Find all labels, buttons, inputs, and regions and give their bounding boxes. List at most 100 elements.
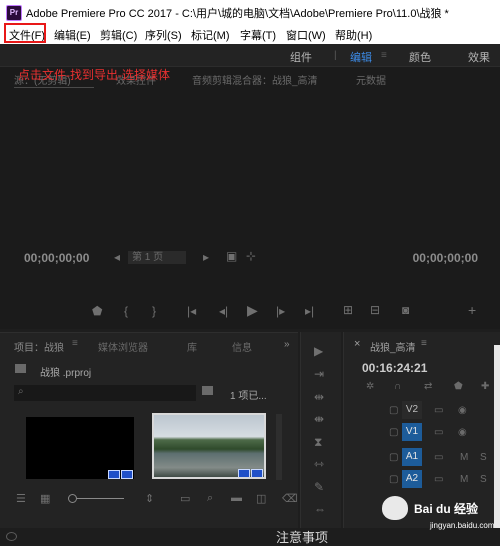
- zoom-right-icon[interactable]: ▸: [203, 250, 209, 264]
- status-indicator-icon: [6, 532, 17, 541]
- workspace-menu-icon[interactable]: ≡: [381, 50, 387, 61]
- workspace-separator: |: [334, 50, 337, 61]
- tab-media-browser[interactable]: 媒体浏览器: [98, 339, 148, 354]
- sync-icon[interactable]: ▭: [434, 474, 443, 485]
- project-tab-menu-icon[interactable]: ≡: [72, 338, 78, 349]
- mark-out-icon[interactable]: }: [152, 304, 156, 318]
- mute-button[interactable]: M: [460, 452, 468, 463]
- clip-thumbnail-black[interactable]: [26, 417, 134, 479]
- go-to-out-icon[interactable]: ▸|: [305, 304, 314, 318]
- tab-audio-mixer[interactable]: 音频剪辑混合器：战狼_高清: [192, 72, 318, 87]
- source-monitor: [0, 67, 500, 329]
- workspace-editing[interactable]: 编辑: [350, 49, 372, 65]
- menu-sequence[interactable]: 序列(S): [145, 27, 182, 43]
- menu-title[interactable]: 字幕(T): [240, 27, 276, 43]
- workspace-assembly[interactable]: 组件: [290, 49, 312, 65]
- sync-icon[interactable]: ▭: [434, 427, 443, 438]
- trash-icon[interactable]: ⌫: [282, 492, 298, 505]
- workspace-effects[interactable]: 效果: [468, 49, 490, 65]
- mark-in-icon[interactable]: {: [124, 304, 128, 318]
- workspace-color[interactable]: 颜色: [409, 49, 431, 65]
- lock-icon[interactable]: ▢: [389, 452, 398, 463]
- settings-icon[interactable]: ▣: [226, 249, 237, 263]
- timeline-title[interactable]: 战狼_高清: [370, 339, 416, 354]
- eye-icon[interactable]: ◉: [458, 405, 467, 416]
- nest-icon[interactable]: ✲: [366, 381, 374, 392]
- go-to-in-icon[interactable]: |◂: [187, 304, 196, 318]
- timeline-close-icon[interactable]: ×: [354, 338, 360, 350]
- linked-selection-icon[interactable]: ⇄: [424, 381, 432, 392]
- menu-help[interactable]: 帮助(H): [335, 27, 372, 43]
- source-timecode-left[interactable]: 00;00;00;00: [24, 251, 89, 265]
- track-a1[interactable]: A1: [402, 448, 422, 466]
- icon-view-icon[interactable]: ▦: [40, 492, 50, 505]
- hand-tool-icon[interactable]: ⇔: [314, 502, 326, 516]
- premiere-logo-icon: Pr: [6, 5, 22, 21]
- menu-window[interactable]: 窗口(W): [286, 27, 326, 43]
- find-icon[interactable]: ⌕: [207, 492, 213, 505]
- marker-icon[interactable]: ⬟: [454, 381, 463, 392]
- pen-tool-icon[interactable]: ✎: [314, 480, 324, 494]
- new-bin-bottom-icon[interactable]: ▬: [231, 492, 242, 504]
- razor-tool-icon[interactable]: ⧗: [314, 435, 322, 450]
- lock-icon[interactable]: ▢: [389, 405, 398, 416]
- menu-marker[interactable]: 标记(M): [191, 27, 230, 43]
- watermark-brand: Bai du 经验: [414, 502, 479, 516]
- overwrite-icon[interactable]: ⊟: [370, 303, 380, 317]
- add-marker-icon[interactable]: ⬟: [92, 304, 102, 318]
- track-v1[interactable]: V1: [402, 423, 422, 441]
- fit-select[interactable]: 第 1 页: [128, 251, 186, 264]
- project-file-name: 战狼 .prproj: [40, 368, 92, 379]
- tab-libraries[interactable]: 库: [187, 339, 197, 354]
- lock-icon[interactable]: ▢: [389, 474, 398, 485]
- new-bin-icon[interactable]: [202, 386, 213, 395]
- solo-button[interactable]: S: [480, 452, 487, 463]
- play-icon[interactable]: ▶: [247, 302, 258, 319]
- baidu-paw-logo: [382, 496, 408, 520]
- source-timecode-right[interactable]: 00;00;00;00: [413, 251, 478, 265]
- project-scrollbar[interactable]: [276, 414, 282, 480]
- timeline-menu-icon[interactable]: ≡: [421, 338, 427, 349]
- sync-icon[interactable]: ▭: [434, 452, 443, 463]
- automate-icon[interactable]: ▭: [180, 492, 190, 505]
- list-view-icon[interactable]: ☰: [16, 492, 26, 505]
- menu-clip[interactable]: 剪辑(C): [100, 27, 137, 43]
- slip-tool-icon[interactable]: ⇿: [314, 457, 324, 471]
- zoom-left-icon[interactable]: ◂: [114, 250, 120, 264]
- project-search-input[interactable]: ⌕: [14, 385, 196, 401]
- selection-tool-icon[interactable]: ▶: [314, 344, 323, 358]
- add-button-icon[interactable]: +: [468, 302, 476, 318]
- rate-stretch-tool-icon[interactable]: ⇼: [314, 412, 324, 426]
- timeline-timecode[interactable]: 00:16:24:21: [362, 361, 427, 375]
- solo-button[interactable]: S: [480, 474, 487, 485]
- snap-icon[interactable]: ⊹: [246, 249, 256, 263]
- step-forward-icon[interactable]: |▸: [276, 304, 285, 318]
- title-bar: Pr Adobe Premiere Pro CC 2017 - C:\用户\城的…: [0, 0, 500, 24]
- new-item-icon[interactable]: ◫: [256, 492, 266, 505]
- ripple-edit-tool-icon[interactable]: ⇹: [314, 390, 324, 404]
- eye-icon[interactable]: ◉: [458, 427, 467, 438]
- track-select-tool-icon[interactable]: ⇥: [314, 367, 324, 381]
- wrench-icon[interactable]: ✚: [481, 381, 489, 392]
- zoom-slider-track[interactable]: [76, 498, 124, 499]
- mute-button[interactable]: M: [460, 474, 468, 485]
- insert-icon[interactable]: ⊞: [343, 303, 353, 317]
- tab-project[interactable]: 项目：战狼: [14, 339, 64, 354]
- step-back-icon[interactable]: ◂|: [219, 304, 228, 318]
- window-title: Adobe Premiere Pro CC 2017 - C:\用户\城的电脑\…: [26, 8, 449, 20]
- snap-magnet-icon[interactable]: ∩: [394, 381, 401, 392]
- tab-metadata[interactable]: 元数据: [356, 72, 386, 87]
- more-tabs-icon[interactable]: »: [284, 339, 290, 350]
- track-v2[interactable]: V2: [402, 401, 422, 419]
- sync-icon[interactable]: ▭: [434, 405, 443, 416]
- clip-thumbnail-river[interactable]: [152, 413, 266, 479]
- track-a2[interactable]: A2: [402, 470, 422, 488]
- tab-info[interactable]: 信息: [232, 339, 252, 354]
- sort-icon[interactable]: ⇕: [145, 492, 154, 505]
- lock-icon[interactable]: ▢: [389, 427, 398, 438]
- workspace-bar: 组件 | 编辑 ≡ 颜色 效果: [0, 44, 500, 67]
- menu-edit[interactable]: 编辑(E): [54, 27, 91, 43]
- timeline-edge: [494, 345, 500, 528]
- export-frame-icon[interactable]: ◙: [402, 303, 409, 317]
- item-count: 1 项已...: [230, 391, 267, 402]
